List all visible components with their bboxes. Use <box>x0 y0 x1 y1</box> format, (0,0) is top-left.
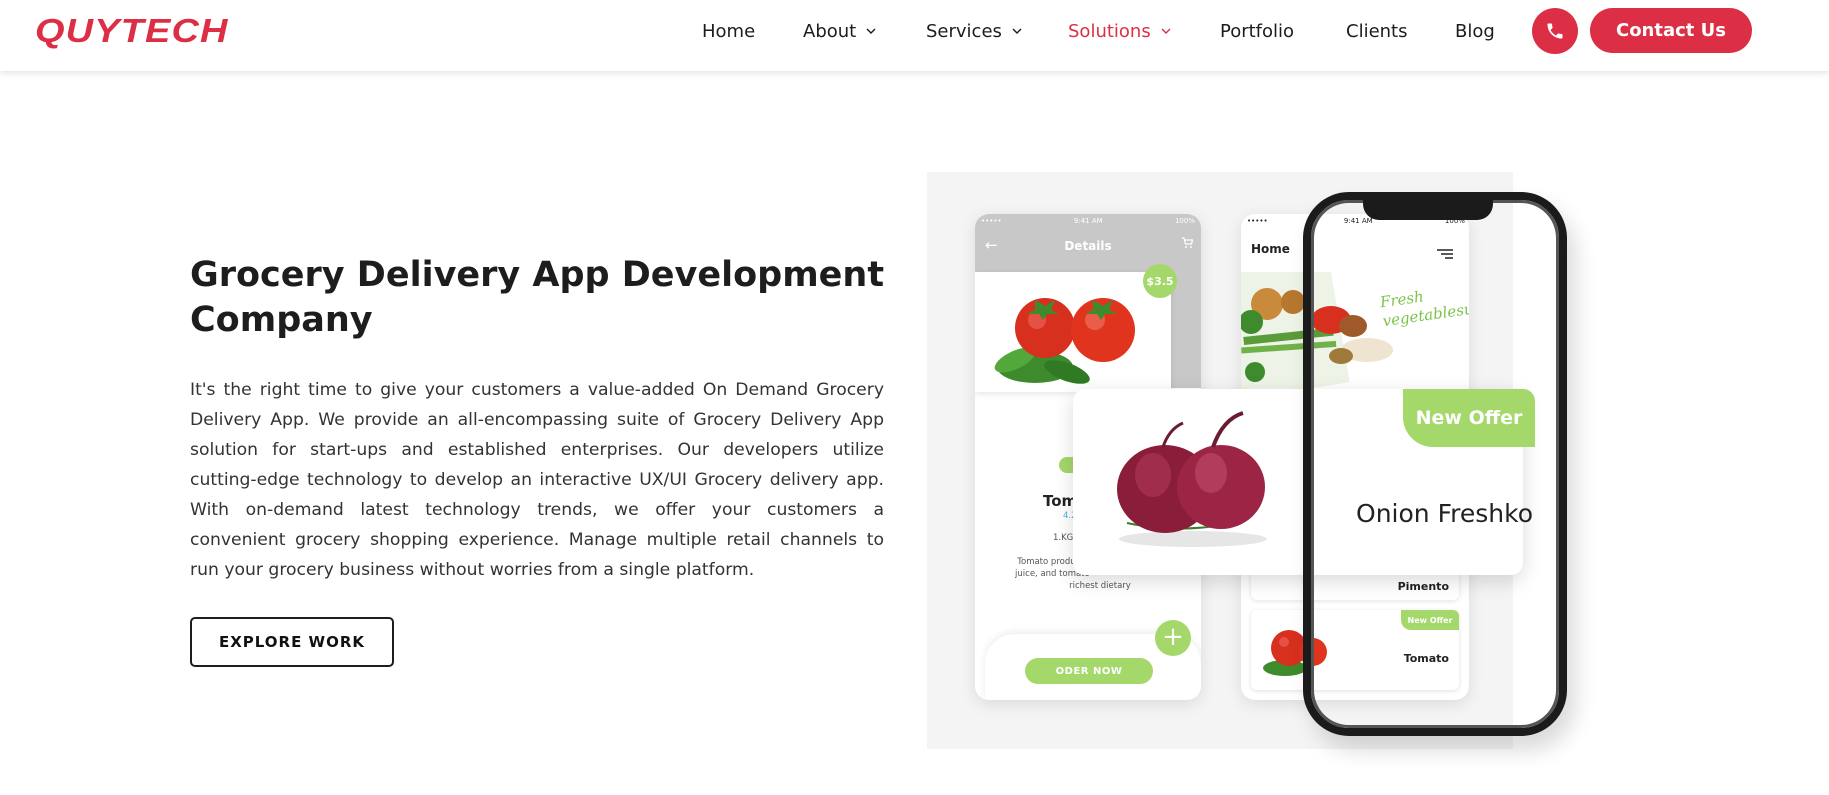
new-offer-badge: New Offer <box>1401 610 1459 630</box>
nav-label: About <box>803 20 857 42</box>
hero-illustration: ••••• 9:41 AM 100% ← Details $3.5 Tom 4.… <box>927 172 1567 749</box>
status-time: 9:41 AM <box>1343 217 1373 225</box>
list-item-name: Pimento <box>1397 580 1449 593</box>
nav-item-portfolio[interactable]: Portfolio <box>1220 0 1294 62</box>
phone-button[interactable] <box>1532 8 1578 54</box>
page-title: Grocery Delivery App Development Company <box>190 255 885 340</box>
list-item: New Offer Tomato <box>1251 610 1459 690</box>
explore-work-button[interactable]: EXPLORE WORK <box>190 617 394 667</box>
plus-icon: + <box>1155 620 1191 656</box>
product-weight: 1.KG <box>1053 533 1074 543</box>
nav-item-solutions[interactable]: Solutions <box>1068 0 1172 62</box>
chevron-down-icon <box>1160 25 1172 37</box>
nav-label: Clients <box>1346 20 1408 42</box>
contact-us-button[interactable]: Contact Us <box>1590 8 1752 53</box>
chevron-down-icon <box>865 25 877 37</box>
nav-label: Portfolio <box>1220 20 1295 42</box>
nav-item-about[interactable]: About <box>803 0 877 62</box>
status-bar: ••••• 9:41 AM 100% <box>981 217 1195 225</box>
site-header: QUYTECH Home About Services Solutions Po… <box>0 0 1829 71</box>
nav-label: Services <box>926 20 1002 42</box>
nav-item-blog[interactable]: Blog <box>1455 0 1495 62</box>
status-time: 9:41 AM <box>1073 217 1103 225</box>
tomato-image-card <box>975 272 1171 392</box>
nav-label: Solutions <box>1068 20 1151 42</box>
cart-icon <box>1181 237 1194 252</box>
menu-icon <box>1437 244 1453 263</box>
hero-description: It's the right time to give your custome… <box>190 380 884 580</box>
onion-image <box>1117 411 1267 547</box>
price-badge: $3.5 <box>1143 264 1177 298</box>
nav-item-services[interactable]: Services <box>926 0 1023 62</box>
nav-label: Blog <box>1455 20 1495 42</box>
nav-item-home[interactable]: Home <box>702 0 755 62</box>
product-desc-line: richest dietary <box>1069 581 1131 591</box>
list-item-name: Tomato <box>1403 652 1449 665</box>
nav-item-clients[interactable]: Clients <box>1346 0 1408 62</box>
phone-icon <box>1547 23 1563 39</box>
order-now-button: ODER NOW <box>1025 658 1153 684</box>
chevron-down-icon <box>1011 25 1023 37</box>
details-title: Details <box>1064 239 1112 253</box>
nav-label: Home <box>702 20 756 42</box>
logo-text: QUYTECH <box>35 12 229 49</box>
new-offer-badge: New Offer <box>1403 389 1535 447</box>
home-title: Home <box>1251 242 1290 256</box>
tomato-image <box>994 298 1135 384</box>
status-battery: 100% <box>1174 217 1195 225</box>
onion-product-card: Onion Freshko New Offer <box>1073 389 1535 575</box>
phone-notch <box>1363 198 1493 220</box>
onion-product-name: Onion Freshko <box>1356 499 1533 528</box>
logo[interactable]: QUYTECH <box>35 12 227 49</box>
signal-icon: ••••• <box>1247 217 1268 225</box>
tomato-image <box>1263 630 1327 676</box>
signal-icon: ••••• <box>981 217 1002 225</box>
